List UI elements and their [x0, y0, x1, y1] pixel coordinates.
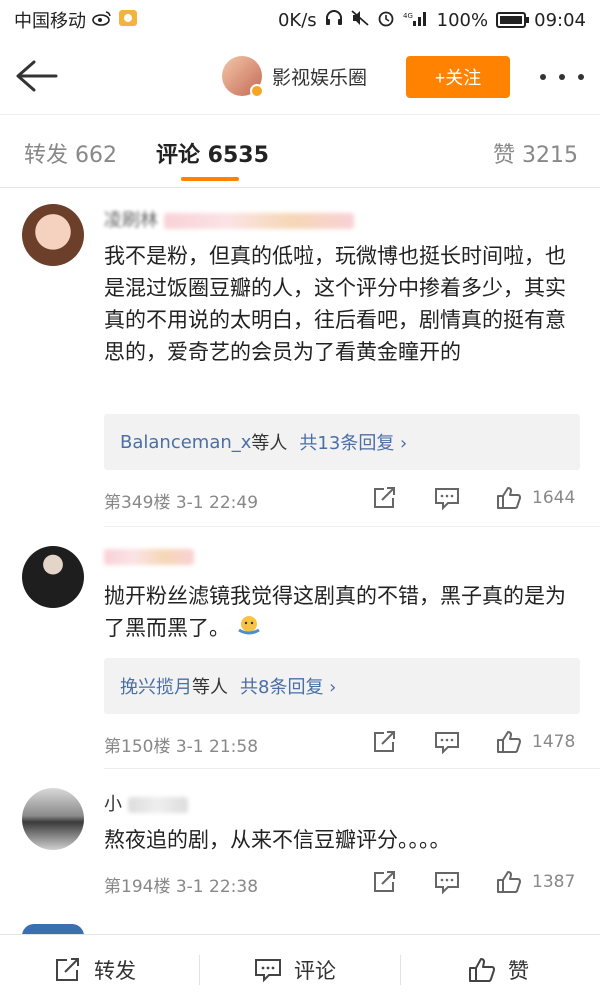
headphone-icon	[325, 9, 343, 31]
verified-badge-icon	[250, 84, 264, 98]
comment-text: 抛开粉丝滤镜我觉得这剧真的不错，黑子真的是为了黑而黑了。	[104, 580, 584, 645]
status-bar: 中国移动 0K/s 4G 100% 09:04	[0, 0, 600, 40]
commenter-name[interactable]: 小	[104, 790, 188, 816]
signal-icon: 4G	[403, 10, 429, 31]
reply-count-link[interactable]: 共13条回复 ›	[299, 429, 407, 455]
like-count: 1387	[532, 872, 576, 892]
back-arrow-icon	[16, 60, 58, 92]
comment-label: 评论	[294, 958, 336, 983]
reply-preview[interactable]: 挽兴揽月 等人 共8条回复 ›	[104, 658, 580, 714]
comment-meta: 第194楼 3-1 22:38	[104, 877, 259, 897]
tab-like[interactable]: 赞 3215	[493, 137, 578, 169]
account-name[interactable]: 影视娱乐圈	[272, 63, 367, 90]
more-dot-icon	[540, 74, 546, 80]
like-label: 赞	[508, 958, 529, 983]
bottom-action-bar: 转发 评论 赞	[0, 934, 600, 1003]
back-button[interactable]	[14, 58, 58, 94]
comment-text: 熬夜追的剧，从来不信豆瓣评分。。。。	[104, 828, 451, 852]
repost-button[interactable]: 转发	[54, 935, 136, 1003]
clock: 09:04	[534, 9, 586, 31]
reply-user[interactable]: Balanceman_x	[120, 432, 251, 453]
repost-label: 转发	[94, 958, 136, 983]
weibo-notification-icon	[92, 10, 112, 30]
reply-preview[interactable]: Balanceman_x 等人 共13条回复 ›	[104, 414, 580, 470]
app-notification-icon	[118, 9, 138, 31]
battery-icon	[496, 12, 530, 28]
like-icon[interactable]	[496, 486, 522, 510]
comment-button[interactable]: 评论	[254, 935, 336, 1003]
comment-item: 抛开粉丝滤镜我觉得这剧真的不错，黑子真的是为了黑而黑了。 挽兴揽月 等人 共8条…	[0, 528, 600, 770]
blurred-name	[163, 213, 354, 229]
bottom-separator	[400, 955, 401, 985]
comment-divider	[104, 768, 600, 769]
like-count: 1644	[532, 488, 576, 508]
commenter-avatar[interactable]	[22, 546, 84, 608]
more-options-button[interactable]	[540, 68, 584, 86]
comment-item: 凌刷林 我不是粉，但真的低啦，玩微博也挺长时间啦，也是混过饭圈豆瓣的人，这个评分…	[0, 188, 600, 528]
reply-suffix: 等人	[251, 433, 288, 454]
repost-icon[interactable]	[372, 730, 398, 754]
account-avatar[interactable]	[222, 56, 264, 98]
emoji-icon	[237, 613, 261, 645]
reply-user[interactable]: 挽兴揽月	[120, 673, 192, 699]
tab-repost[interactable]: 转发 662	[24, 137, 117, 169]
comment-actions: 1387	[372, 870, 584, 895]
network-speed: 0K/s	[277, 9, 317, 31]
blurred-name	[104, 549, 194, 565]
repost-icon	[56, 957, 79, 981]
active-tab-indicator	[181, 177, 239, 181]
commenter-name[interactable]: 凌刷林	[104, 206, 354, 232]
commenter-avatar[interactable]	[22, 204, 84, 266]
tab-bar: 转发 662 评论 6535 赞 3215	[0, 114, 600, 188]
comment-text: 我不是粉，但真的低啦，玩微博也挺长时间啦，也是混过饭圈豆瓣的人，这个评分中掺着多…	[104, 244, 566, 364]
account-header[interactable]: 影视娱乐圈	[222, 56, 367, 98]
comment-item: 小 熬夜追的剧，从来不信豆瓣评分。。。。 第194楼 3-1 22:38 138…	[0, 770, 600, 910]
network-type-label: 4G	[403, 12, 413, 20]
comment-divider	[104, 526, 600, 527]
like-button[interactable]: 赞	[468, 935, 529, 1003]
title-bar: 影视娱乐圈 +关注	[0, 40, 600, 114]
commenter-name[interactable]	[104, 546, 194, 567]
more-dot-icon	[559, 74, 565, 80]
reply-count-link[interactable]: 共8条回复 ›	[240, 673, 336, 699]
like-count: 1478	[532, 732, 576, 752]
comment-meta: 第150楼 3-1 21:58	[104, 737, 259, 757]
bottom-separator	[199, 955, 200, 985]
battery-percent: 100%	[436, 9, 489, 31]
mute-icon	[351, 9, 369, 31]
follow-button[interactable]: +关注	[406, 56, 510, 98]
comment-actions: 1478	[372, 730, 584, 755]
commenter-avatar[interactable]	[22, 788, 84, 850]
comment-icon[interactable]	[434, 730, 460, 755]
comment-meta: 第349楼 3-1 22:49	[104, 493, 259, 513]
more-dot-icon	[578, 74, 584, 80]
repost-icon[interactable]	[372, 870, 398, 894]
alarm-icon	[377, 9, 395, 32]
like-icon[interactable]	[496, 730, 522, 754]
repost-icon[interactable]	[372, 486, 398, 510]
like-icon[interactable]	[496, 870, 522, 894]
carrier-label: 中国移动	[14, 11, 86, 32]
tab-comment[interactable]: 评论 6535	[156, 137, 269, 169]
like-icon	[469, 957, 495, 982]
blurred-name	[127, 797, 188, 813]
comment-icon[interactable]	[434, 870, 460, 895]
comment-icon	[255, 958, 281, 982]
comment-actions: 1644	[372, 486, 584, 511]
reply-suffix: 等人	[192, 677, 228, 698]
comment-icon[interactable]	[434, 486, 460, 511]
